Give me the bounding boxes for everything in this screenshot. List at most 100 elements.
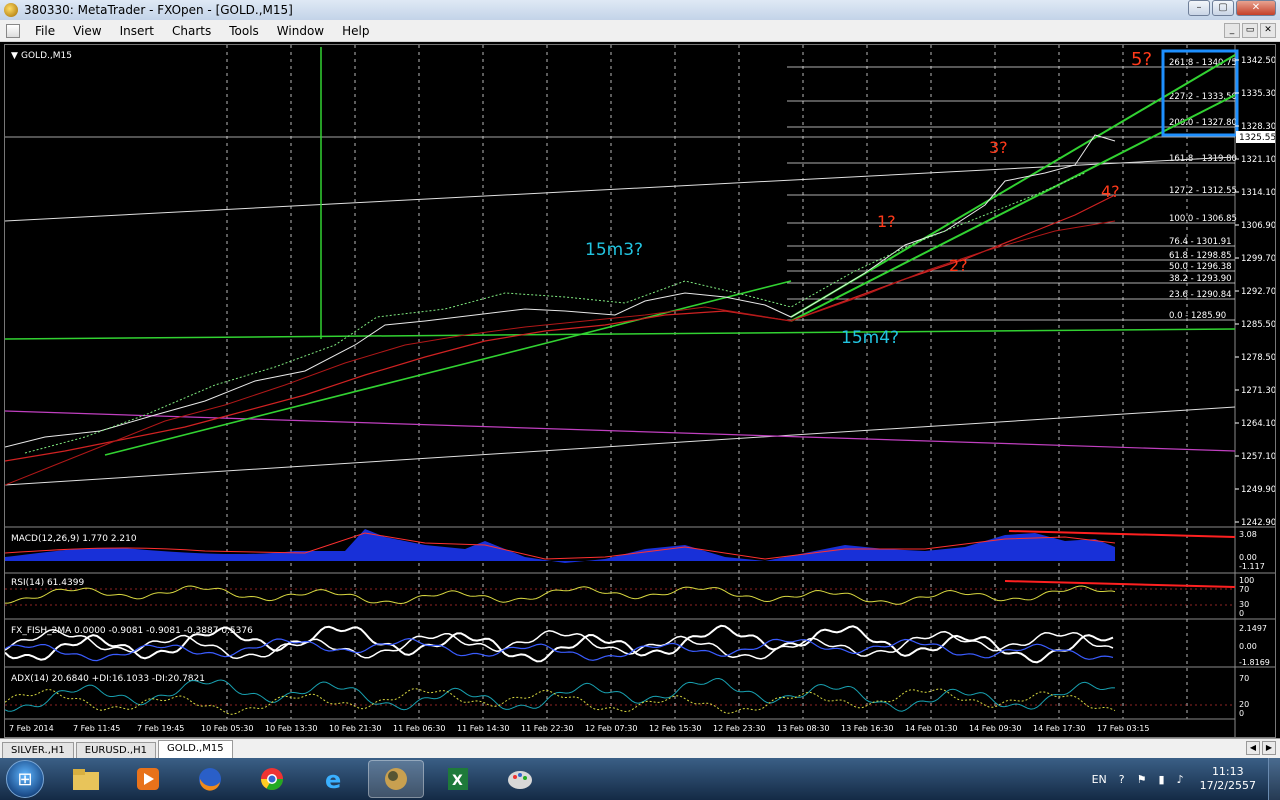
rsi-label: RSI(14) 61.4399 xyxy=(11,578,84,588)
folder-icon[interactable] xyxy=(58,760,114,798)
symbol-label: GOLD.,M15 xyxy=(21,51,72,61)
wave-3-label: 3? xyxy=(989,138,1008,157)
chrome-icon[interactable] xyxy=(244,760,300,798)
macd-tick-top: 3.08 xyxy=(1239,530,1257,539)
chart-window[interactable]: ▼ GOLD.,M15 261.8 - 1340.75 227.2 - 1333.… xyxy=(4,44,1276,738)
tab-scroll-left-icon[interactable]: ◀ xyxy=(1246,741,1260,755)
menu-window[interactable]: Window xyxy=(268,24,333,38)
rsi-tick-70: 70 xyxy=(1239,585,1249,594)
wave-15m4-label: 15m4? xyxy=(841,328,899,348)
mdi-close-button[interactable]: ✕ xyxy=(1260,23,1276,38)
adx-tick-20: 20 xyxy=(1239,700,1249,709)
time-tick-label: 17 Feb 03:15 xyxy=(1097,724,1149,733)
time-tick-label: 10 Feb 05:30 xyxy=(201,724,253,733)
media-icon[interactable] xyxy=(120,760,176,798)
volume-icon[interactable]: ♪ xyxy=(1177,773,1184,786)
start-button[interactable]: ⊞ xyxy=(6,760,44,798)
price-tick-label: 1271.30 xyxy=(1241,386,1275,396)
time-tick-label: 13 Feb 08:30 xyxy=(777,724,829,733)
time-tick-label: 10 Feb 21:30 xyxy=(329,724,381,733)
windows-taskbar: ⊞ e X EN ? ⚑ ▮ ♪ 11:13 17/2/2557 xyxy=(0,758,1280,800)
menu-tools[interactable]: Tools xyxy=(220,24,268,38)
price-chart-svg[interactable]: ▼ GOLD.,M15 261.8 - 1340.75227.2 - 1333.… xyxy=(4,45,1276,737)
clock[interactable]: 11:13 17/2/2557 xyxy=(1200,765,1256,793)
fib-level-label: 100.0 - 1306.85 xyxy=(1169,214,1237,224)
price-tick-label: 1314.10 xyxy=(1241,188,1275,198)
fib-level-label: 50.0 - 1296.38 xyxy=(1169,262,1232,272)
price-tick-label: 1342.50 xyxy=(1241,56,1275,66)
svg-text:X: X xyxy=(452,773,463,789)
chart-document-icon[interactable] xyxy=(6,23,20,38)
rsi-divergence-line xyxy=(1004,580,1236,588)
menu-charts[interactable]: Charts xyxy=(163,24,220,38)
fxfish-tick-bottom: -1.8169 xyxy=(1239,658,1270,667)
time-tick-label: 12 Feb 07:30 xyxy=(585,724,637,733)
menu-file[interactable]: File xyxy=(26,24,64,38)
time-tick-label: 7 Feb 19:45 xyxy=(137,724,184,733)
price-tick-label: 1292.70 xyxy=(1241,287,1275,297)
price-tick-label: 1242.90 xyxy=(1241,518,1275,528)
ie-icon[interactable]: e xyxy=(306,760,362,798)
menu-bar: File View Insert Charts Tools Window Hel… xyxy=(0,20,1280,42)
paint-icon[interactable] xyxy=(492,760,548,798)
show-desktop-button[interactable] xyxy=(1268,758,1280,800)
price-tick-label: 1249.90 xyxy=(1241,485,1275,495)
fxfish-tick-zero: 0.00 xyxy=(1239,642,1257,651)
rsi-tick-0: 0 xyxy=(1239,609,1244,618)
rsi-tick-30: 30 xyxy=(1239,600,1249,609)
fib-level-label: 227.2 - 1333.50 xyxy=(1169,92,1237,102)
time-tick-label: 11 Feb 22:30 xyxy=(521,724,573,733)
fib-level-label: 76.4 - 1301.91 xyxy=(1169,237,1232,247)
action-center-icon[interactable]: ⚑ xyxy=(1137,773,1147,786)
moving-average-red xyxy=(4,194,1116,462)
tab-scroll-right-icon[interactable]: ▶ xyxy=(1262,741,1276,755)
window-titlebar: 380330: MetaTrader - FXOpen - [GOLD.,M15… xyxy=(0,0,1280,20)
time-tick-label: 7 Feb 2014 xyxy=(9,724,54,733)
price-tick-label: 1335.30 xyxy=(1241,89,1275,99)
time-tick-label: 11 Feb 06:30 xyxy=(393,724,445,733)
adx-label: ADX(14) 20.6840 +DI:16.1033 -DI:20.7821 xyxy=(11,674,205,684)
clock-date: 17/2/2557 xyxy=(1199,779,1256,792)
time-tick-label: 10 Feb 13:30 xyxy=(265,724,317,733)
close-button[interactable]: ✕ xyxy=(1236,0,1276,16)
time-tick-label: 11 Feb 14:30 xyxy=(457,724,509,733)
tab-gold[interactable]: GOLD.,M15 xyxy=(157,740,233,758)
minimize-button[interactable]: – xyxy=(1188,0,1210,16)
excel-icon[interactable]: X xyxy=(430,760,486,798)
metatrader-icon[interactable] xyxy=(368,760,424,798)
time-tick-label: 14 Feb 01:30 xyxy=(905,724,957,733)
tab-eurusd[interactable]: EURUSD.,H1 xyxy=(75,742,156,758)
fib-level-label: 127.2 - 1312.55 xyxy=(1169,186,1237,196)
chart-tabs-bar: SILVER.,H1 EURUSD.,H1 GOLD.,M15 ◀ ▶ xyxy=(0,738,1280,758)
mdi-restore-button[interactable]: ▭ xyxy=(1242,23,1258,38)
time-tick-label: 12 Feb 23:30 xyxy=(713,724,765,733)
time-tick-label: 14 Feb 09:30 xyxy=(969,724,1021,733)
price-tick-label: 1328.30 xyxy=(1241,122,1275,132)
language-indicator[interactable]: EN xyxy=(1092,773,1107,786)
metatrader-app-icon xyxy=(4,3,18,17)
help-icon[interactable]: ? xyxy=(1119,773,1125,786)
system-tray: EN ? ⚑ ▮ ♪ 11:13 17/2/2557 xyxy=(1086,758,1280,800)
firefox-icon[interactable] xyxy=(182,760,238,798)
wave-4-label: 4? xyxy=(1101,182,1120,201)
clock-time: 11:13 xyxy=(1211,765,1244,778)
current-price-tag: 1325.55 xyxy=(1239,133,1275,143)
maximize-button[interactable]: ▢ xyxy=(1212,0,1234,16)
tab-silver[interactable]: SILVER.,H1 xyxy=(2,742,74,758)
price-tick-label: 1321.10 xyxy=(1241,155,1275,165)
fib-level-label: 61.8 - 1298.85 xyxy=(1169,251,1232,261)
network-icon[interactable]: ▮ xyxy=(1159,773,1165,786)
menu-insert[interactable]: Insert xyxy=(111,24,163,38)
menu-view[interactable]: View xyxy=(64,24,110,38)
menu-help[interactable]: Help xyxy=(333,24,378,38)
fib-level-label: 38.2 - 1293.90 xyxy=(1169,274,1232,284)
rsi-tick-100: 100 xyxy=(1239,576,1254,585)
macd-tick-zero: 0.00 xyxy=(1239,553,1257,562)
wave-15m3-label: 15m3? xyxy=(585,240,643,260)
wave-1-label: 1? xyxy=(877,212,896,231)
mdi-minimize-button[interactable]: _ xyxy=(1224,23,1240,38)
symbol-arrow-icon: ▼ xyxy=(11,51,18,61)
time-tick-label: 13 Feb 16:30 xyxy=(841,724,893,733)
adx-tick-0: 0 xyxy=(1239,709,1244,718)
long-trend-line-lower xyxy=(4,406,1236,486)
